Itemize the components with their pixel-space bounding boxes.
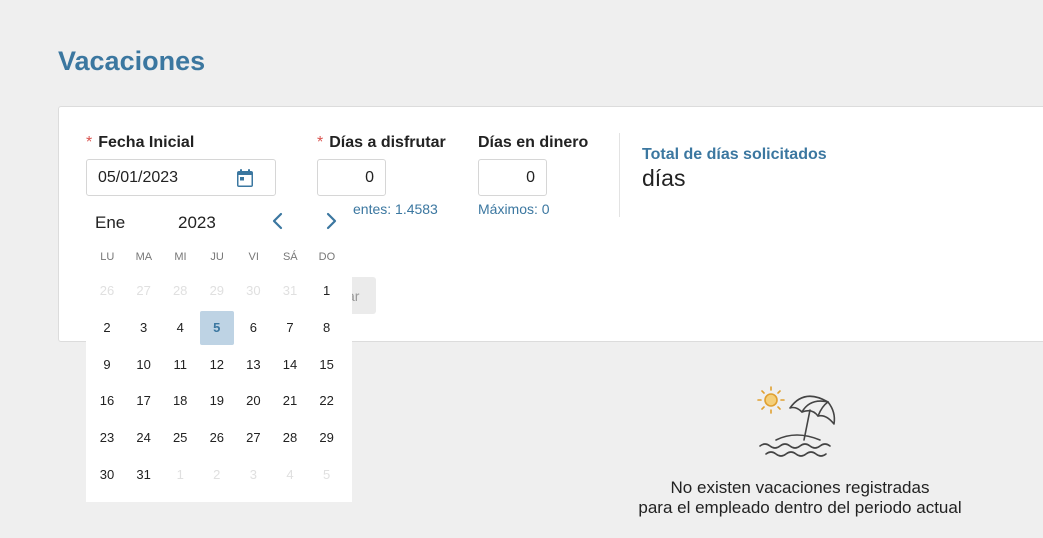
calendar-day[interactable]: 26 <box>90 274 124 308</box>
calendar-day[interactable]: 22 <box>310 384 344 418</box>
calendar-day[interactable]: 26 <box>200 421 234 455</box>
calendar-day[interactable]: 10 <box>127 348 161 382</box>
calendar-month[interactable]: Ene <box>95 213 125 233</box>
calendar-day[interactable]: 20 <box>236 384 270 418</box>
calendar-year[interactable]: 2023 <box>178 213 216 233</box>
weekday-label: VI <box>248 251 259 263</box>
weekday-label: JU <box>210 251 224 263</box>
weekday-label: LU <box>100 251 115 263</box>
calendar-day[interactable]: 4 <box>273 458 307 492</box>
calendar-day[interactable]: 31 <box>273 274 307 308</box>
total-dias-label: Total de días solicitados <box>642 146 827 163</box>
vertical-divider <box>619 133 620 217</box>
calendar-day[interactable]: 2 <box>90 311 124 345</box>
calendar-day[interactable]: 17 <box>127 384 161 418</box>
calendar-day[interactable]: 7 <box>273 311 307 345</box>
calendar-day[interactable]: 3 <box>127 311 161 345</box>
calendar-day[interactable]: 31 <box>127 458 161 492</box>
calendar-day[interactable]: 8 <box>310 311 344 345</box>
calendar-day[interactable]: 16 <box>90 384 124 418</box>
page-title: Vacaciones <box>58 46 206 76</box>
weekday-label: MI <box>174 251 187 263</box>
fecha-inicial-input[interactable]: 05/01/2023 <box>86 159 276 196</box>
dias-dinero-label: Días en dinero <box>478 134 589 151</box>
calendar-day[interactable]: 29 <box>310 421 344 455</box>
calendar-day[interactable]: 3 <box>236 458 270 492</box>
chevron-right-icon[interactable] <box>324 212 338 235</box>
calendar-day[interactable]: 29 <box>200 274 234 308</box>
fecha-inicial-label-text: Fecha Inicial <box>98 134 195 151</box>
chevron-left-icon[interactable] <box>271 212 285 235</box>
empty-state-line1: No existen vacaciones registradas <box>670 478 930 497</box>
beach-umbrella-icon <box>752 384 838 463</box>
calendar-day[interactable]: 12 <box>200 348 234 382</box>
calendar-day[interactable]: 30 <box>236 274 270 308</box>
weekday-label: SÁ <box>282 251 298 263</box>
calendar-day[interactable]: 13 <box>236 348 270 382</box>
calendar-day[interactable]: 18 <box>163 384 197 418</box>
calendar-day[interactable]: 23 <box>90 421 124 455</box>
weekday-label: DO <box>318 251 336 263</box>
calendar-day[interactable]: 5 <box>310 458 344 492</box>
calendar-day[interactable]: 25 <box>163 421 197 455</box>
calendar-day[interactable]: 19 <box>200 384 234 418</box>
required-mark: * <box>86 134 93 151</box>
calendar-day[interactable]: 28 <box>273 421 307 455</box>
calendar-day[interactable]: 28 <box>163 274 197 308</box>
calendar-day[interactable]: 14 <box>273 348 307 382</box>
weekday-label: MA <box>135 251 153 263</box>
calendar-day[interactable]: 30 <box>90 458 124 492</box>
dias-dinero-input[interactable]: 0 <box>478 159 547 196</box>
dias-dinero-hint: Máximos: 0 <box>478 201 550 217</box>
calendar-day[interactable]: 1 <box>163 458 197 492</box>
calendar-day[interactable]: 24 <box>127 421 161 455</box>
calendar-day[interactable]: 9 <box>90 348 124 382</box>
calendar-day[interactable]: 4 <box>163 311 197 345</box>
calendar-day[interactable]: 1 <box>310 274 344 308</box>
dias-disfrutar-label-text: Días a disfrutar <box>329 134 446 151</box>
calendar-day[interactable]: 2 <box>200 458 234 492</box>
calendar-icon[interactable] <box>237 169 253 192</box>
required-mark: * <box>317 134 324 151</box>
empty-state-line2: para el empleado dentro del periodo actu… <box>638 498 962 517</box>
date-picker-popup: Ene 2023 LU MA MI JU VI SÁ DO 26 27 28 29 30 31 1 2 3 4… <box>86 200 352 502</box>
calendar-day[interactable]: 27 <box>127 274 161 308</box>
calendar-day[interactable]: 27 <box>236 421 270 455</box>
total-dias-value: días <box>642 165 686 191</box>
dias-disfrutar-label: * Días a disfrutar <box>317 134 446 152</box>
calendar-day-selected[interactable]: 5 <box>199 310 234 345</box>
dias-disfrutar-input[interactable]: 0 <box>317 159 386 196</box>
calendar-day[interactable]: 6 <box>236 311 270 345</box>
empty-state-message: No existen vacaciones registradas para e… <box>600 478 1000 518</box>
fecha-inicial-label: * Fecha Inicial <box>86 134 194 152</box>
fecha-inicial-value: 05/01/2023 <box>98 169 179 186</box>
calendar-day[interactable]: 15 <box>310 348 344 382</box>
calendar-day[interactable]: 21 <box>273 384 307 418</box>
dias-disfrutar-hint: entes: 1.4583 <box>353 201 438 217</box>
calendar-day[interactable]: 11 <box>163 348 197 382</box>
